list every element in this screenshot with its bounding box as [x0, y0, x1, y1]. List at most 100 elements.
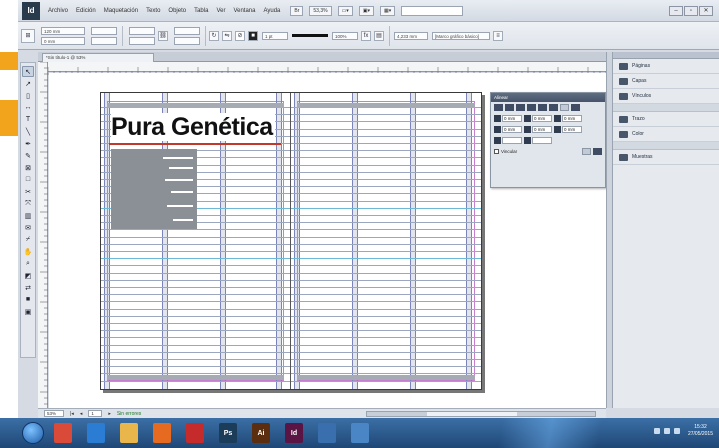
status-zoom-field[interactable]: 53%	[44, 410, 64, 417]
object-style-select[interactable]: [Marco gráfico básico]	[432, 31, 490, 40]
align-center-icon[interactable]	[505, 104, 514, 111]
next-page-icon[interactable]: ▸	[108, 411, 111, 417]
distribute-icon[interactable]	[560, 104, 569, 111]
menu-ayuda[interactable]: Ayuda	[259, 8, 284, 14]
align-top-icon[interactable]	[527, 104, 536, 111]
flip-icon[interactable]: ⇋	[222, 30, 232, 41]
page-tool-icon[interactable]: ▯	[22, 90, 34, 101]
value-field[interactable]: 0 mm	[532, 115, 552, 122]
fill-stroke-icon[interactable]: ◩	[22, 270, 34, 281]
gap-tool-icon[interactable]: ↔	[22, 102, 34, 113]
height-field[interactable]	[91, 36, 117, 45]
placeholder-text-block[interactable]	[111, 149, 197, 229]
dock-item-links[interactable]: Vínculos	[613, 89, 719, 104]
minimize-button[interactable]: –	[669, 5, 683, 16]
fill-swatch-icon[interactable]: ⊘	[235, 30, 245, 41]
line-tool-icon[interactable]: ╲	[22, 126, 34, 137]
photoshop-icon[interactable]: Ps	[219, 423, 237, 443]
illustrator-icon[interactable]: Ai	[252, 423, 270, 443]
trash-icon[interactable]	[593, 148, 602, 155]
menu-tabla[interactable]: Tabla	[190, 8, 212, 14]
horizontal-ruler[interactable]	[47, 62, 638, 75]
opacity-field[interactable]: 100%	[332, 31, 358, 40]
zoom-tool-icon[interactable]: ⌕	[22, 258, 34, 269]
value-field[interactable]: 0 mm	[502, 126, 522, 133]
vertical-ruler[interactable]	[38, 61, 48, 408]
indesign-icon[interactable]: Id	[285, 423, 303, 443]
value-field[interactable]: 0 mm	[562, 126, 582, 133]
gradient-tool-icon[interactable]: ▥	[22, 210, 34, 221]
type-tool-icon[interactable]: T	[22, 114, 34, 125]
zoom-level-select[interactable]: 53,3%	[309, 5, 332, 16]
pencil-tool-icon[interactable]: ✎	[22, 150, 34, 161]
dock-item-color[interactable]: Color	[613, 127, 719, 142]
align-left-icon[interactable]	[494, 104, 503, 111]
dock-header[interactable]	[613, 52, 719, 59]
help-search-input[interactable]	[401, 5, 464, 16]
view-mode-icon[interactable]: ▣	[22, 306, 34, 317]
pen-tool-icon[interactable]: ✒	[22, 138, 34, 149]
view-options-icon[interactable]: ▭▾	[337, 5, 353, 16]
dock-item-stroke[interactable]: Trazo	[613, 112, 719, 127]
checkbox-box[interactable]	[494, 149, 499, 154]
page-number-field[interactable]: 1	[88, 410, 103, 417]
value-field[interactable]: 0 mm	[562, 115, 582, 122]
direct-selection-tool-icon[interactable]: ↗	[22, 78, 34, 89]
link-checkbox[interactable]: Vincular	[494, 149, 517, 154]
clock[interactable]: 15:32 27/05/2015	[688, 424, 713, 438]
right-page[interactable]	[291, 93, 481, 389]
constrain-proportions-icon[interactable]: ⛓	[158, 30, 168, 41]
apply-color-icon[interactable]: ■	[22, 294, 34, 305]
new-icon[interactable]	[582, 148, 591, 155]
note-tool-icon[interactable]: ✉	[22, 222, 34, 233]
screen-mode-icon[interactable]: ▣▾	[358, 5, 375, 16]
swap-colors-icon[interactable]: ⇄	[22, 282, 34, 293]
preflight-status[interactable]: Sin errores	[117, 411, 141, 417]
shear-field[interactable]	[174, 36, 200, 45]
scale-y-field[interactable]	[129, 36, 155, 45]
value-field[interactable]	[502, 137, 522, 144]
arrange-documents-icon[interactable]: ▦▾	[380, 5, 396, 16]
folder-icon[interactable]	[318, 423, 336, 443]
opera-icon[interactable]	[186, 423, 204, 443]
headline-text[interactable]: Pura Genética	[111, 113, 275, 141]
chrome-icon[interactable]	[54, 423, 72, 443]
reference-point-icon[interactable]: ⊞	[21, 28, 35, 43]
width-field[interactable]	[91, 26, 117, 35]
maximize-button[interactable]: ▫	[684, 5, 698, 16]
ie-icon[interactable]	[87, 423, 105, 443]
panel-menu-icon[interactable]: ≡	[493, 30, 503, 41]
scissors-tool-icon[interactable]: ✂	[22, 186, 34, 197]
value-field[interactable]	[532, 137, 552, 144]
menu-texto[interactable]: Texto	[142, 8, 164, 14]
dock-item-pages[interactable]: Páginas	[613, 59, 719, 74]
first-page-icon[interactable]: |◂	[70, 411, 74, 417]
align-bottom-icon[interactable]	[549, 104, 558, 111]
menu-archivo[interactable]: Archivo	[44, 8, 72, 14]
scale-x-field[interactable]	[129, 26, 155, 35]
value-field[interactable]: 0 mm	[502, 115, 522, 122]
horizontal-scrollbar[interactable]	[366, 410, 596, 417]
explorer-icon[interactable]	[120, 423, 138, 443]
text-wrap-icon[interactable]: ▤	[374, 30, 384, 41]
stroke-type-sample[interactable]	[292, 34, 328, 37]
menu-ventana[interactable]: Ventana	[229, 8, 259, 14]
flag-icon[interactable]	[673, 428, 680, 434]
menu-edicion[interactable]: Edición	[72, 8, 100, 14]
dock-item-swatches[interactable]: Muestras	[613, 150, 719, 165]
network-icon[interactable]	[653, 428, 660, 434]
rotation-field[interactable]	[174, 26, 200, 35]
effects-icon[interactable]: fx	[361, 30, 371, 41]
scrollbar-thumb[interactable]	[427, 411, 517, 416]
y-position-field[interactable]: 0 mm	[41, 36, 85, 45]
firefox-icon[interactable]	[153, 423, 171, 443]
distribute-space-icon[interactable]	[571, 104, 580, 111]
menu-maquetacion[interactable]: Maquetación	[100, 8, 142, 14]
x-position-field[interactable]: 120 mm	[41, 26, 85, 35]
menu-ver[interactable]: Ver	[212, 8, 229, 14]
volume-icon[interactable]	[663, 428, 670, 434]
free-transform-tool-icon[interactable]: ⤧	[22, 198, 34, 209]
photos-icon[interactable]	[351, 423, 369, 443]
close-button[interactable]: ✕	[699, 5, 713, 16]
stroke-swatch-icon[interactable]: ■	[248, 30, 258, 41]
